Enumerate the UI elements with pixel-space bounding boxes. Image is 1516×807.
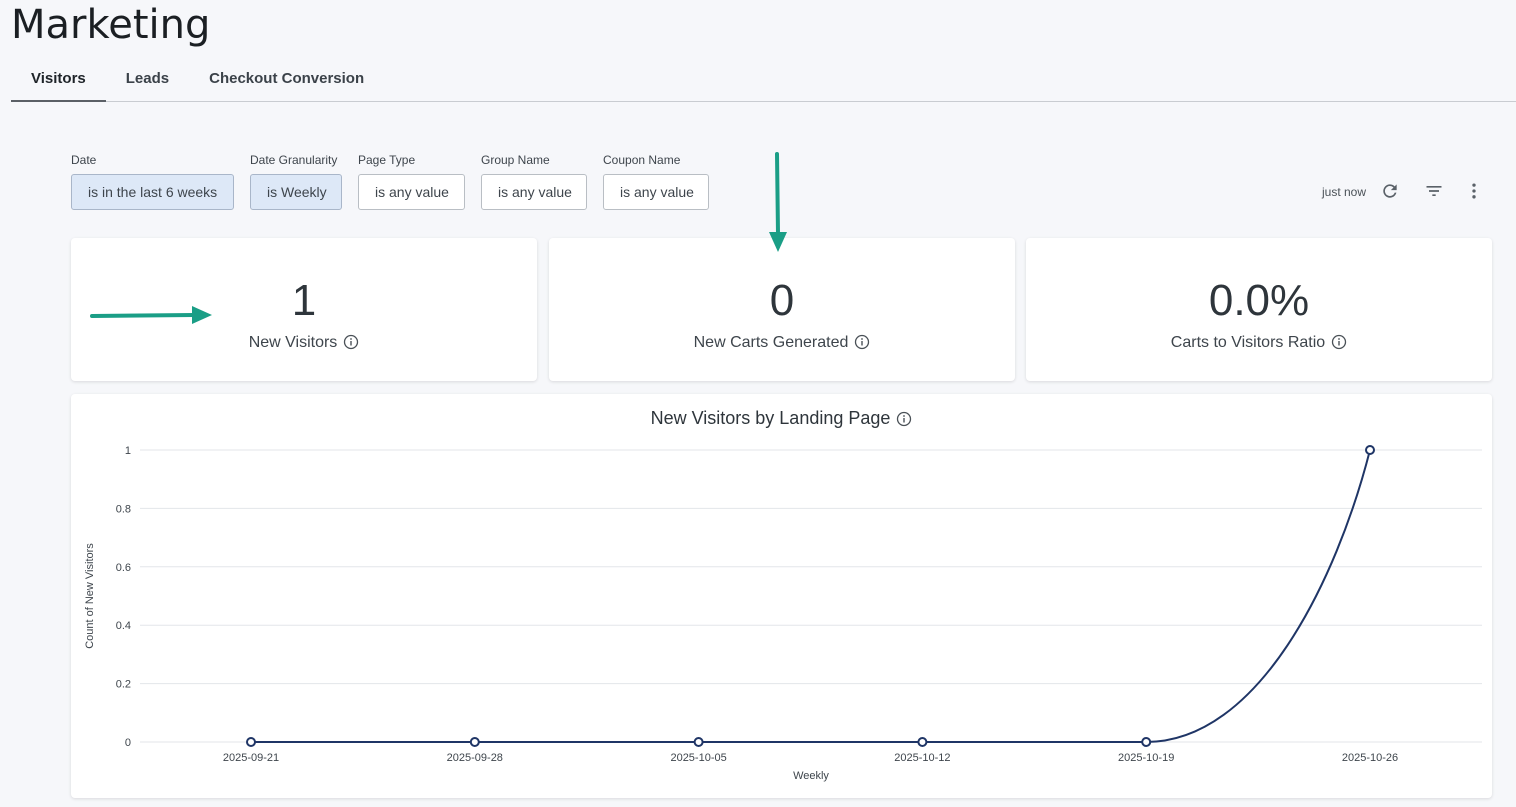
info-icon[interactable] — [343, 334, 359, 350]
kpi-label-row: Carts to Visitors Ratio — [1026, 334, 1492, 352]
chart-card: New Visitors by Landing Page 0 0.2 0.4 0.6 0… — [71, 394, 1492, 798]
data-point — [1141, 737, 1152, 747]
filter-icon[interactable] — [1424, 181, 1444, 201]
x-tick-label: 2025-10-12 — [894, 752, 950, 764]
filter-group-name: Group Name is any value — [481, 152, 587, 210]
data-point — [246, 737, 256, 747]
filter-page-type: Page Type is any value — [358, 152, 465, 210]
filter-label: Coupon Name — [603, 153, 681, 167]
info-icon[interactable] — [854, 334, 870, 350]
annotation-arrow-right — [90, 306, 212, 324]
kpi-label: New Visitors — [248, 334, 338, 351]
filter-label: Group Name — [481, 153, 550, 167]
kpi-value: 0 — [769, 276, 795, 325]
data-point — [469, 737, 480, 747]
x-tick-label: 2025-10-26 — [1342, 752, 1398, 764]
data-point — [917, 737, 928, 747]
filter-coupon-name: Coupon Name is any value — [603, 152, 709, 210]
y-tick-label: 0.6 — [116, 562, 131, 574]
data-point — [1365, 445, 1375, 455]
x-tick-label: 2025-09-21 — [223, 752, 279, 764]
filter-label: Date Granularity — [250, 153, 338, 167]
kpi-label: Carts to Visitors Ratio — [1170, 334, 1326, 351]
line-chart: 0 0.2 0.4 0.6 0.8 1 2025-09-21 2025-09-28 2025-1… — [84, 445, 1482, 782]
filter-date-chip[interactable]: is in the last 6 weeks — [71, 174, 234, 210]
more-vert-icon[interactable] — [1464, 181, 1484, 201]
y-tick-label: 0.4 — [116, 620, 131, 632]
y-axis-label: Count of New Visitors — [84, 543, 96, 649]
page-title: Marketing — [11, 2, 211, 48]
filter-granularity-chip[interactable]: is Weekly — [250, 174, 342, 210]
y-tick-label: 0.2 — [116, 679, 131, 691]
filter-group-name-chip[interactable]: is any value — [481, 174, 587, 210]
kpi-value: 0.0% — [1208, 276, 1310, 325]
kpi-card-new-carts: 0 New Carts Generated — [549, 238, 1015, 381]
info-icon[interactable] — [1331, 334, 1347, 350]
filter-date-granularity: Date Granularity is Weekly — [250, 152, 342, 210]
x-tick-label: 2025-10-19 — [1118, 752, 1174, 764]
filter-label: Page Type — [358, 153, 416, 167]
y-tick-label: 0.8 — [116, 503, 131, 515]
tab-visitors[interactable]: Visitors — [11, 60, 106, 102]
x-tick-label: 2025-09-28 — [447, 752, 503, 764]
filter-label: Date — [71, 153, 97, 167]
refresh-icon[interactable] — [1380, 181, 1400, 201]
y-tick-label: 0 — [125, 737, 131, 749]
tab-leads[interactable]: Leads — [106, 60, 189, 102]
annotation-arrow-down — [769, 152, 787, 252]
tab-checkout-conversion[interactable]: Checkout Conversion — [189, 60, 384, 102]
x-axis-label: Weekly — [793, 770, 829, 782]
series-line — [251, 449, 1371, 743]
last-updated-status: just now — [1322, 185, 1367, 199]
x-tick-label: 2025-10-05 — [670, 752, 726, 764]
y-tick-label: 1 — [125, 445, 131, 457]
filter-coupon-name-chip[interactable]: is any value — [603, 174, 709, 210]
kpi-card-carts-ratio: 0.0% Carts to Visitors Ratio — [1026, 238, 1492, 381]
filter-date: Date is in the last 6 weeks — [71, 152, 234, 210]
filter-page-type-chip[interactable]: is any value — [358, 174, 465, 210]
kpi-label-row: New Carts Generated — [549, 334, 1015, 352]
data-point — [693, 737, 704, 747]
tab-bar: Visitors Leads Checkout Conversion — [11, 60, 1516, 102]
kpi-label: New Carts Generated — [693, 334, 849, 351]
kpi-label-row: New Visitors — [71, 334, 537, 352]
